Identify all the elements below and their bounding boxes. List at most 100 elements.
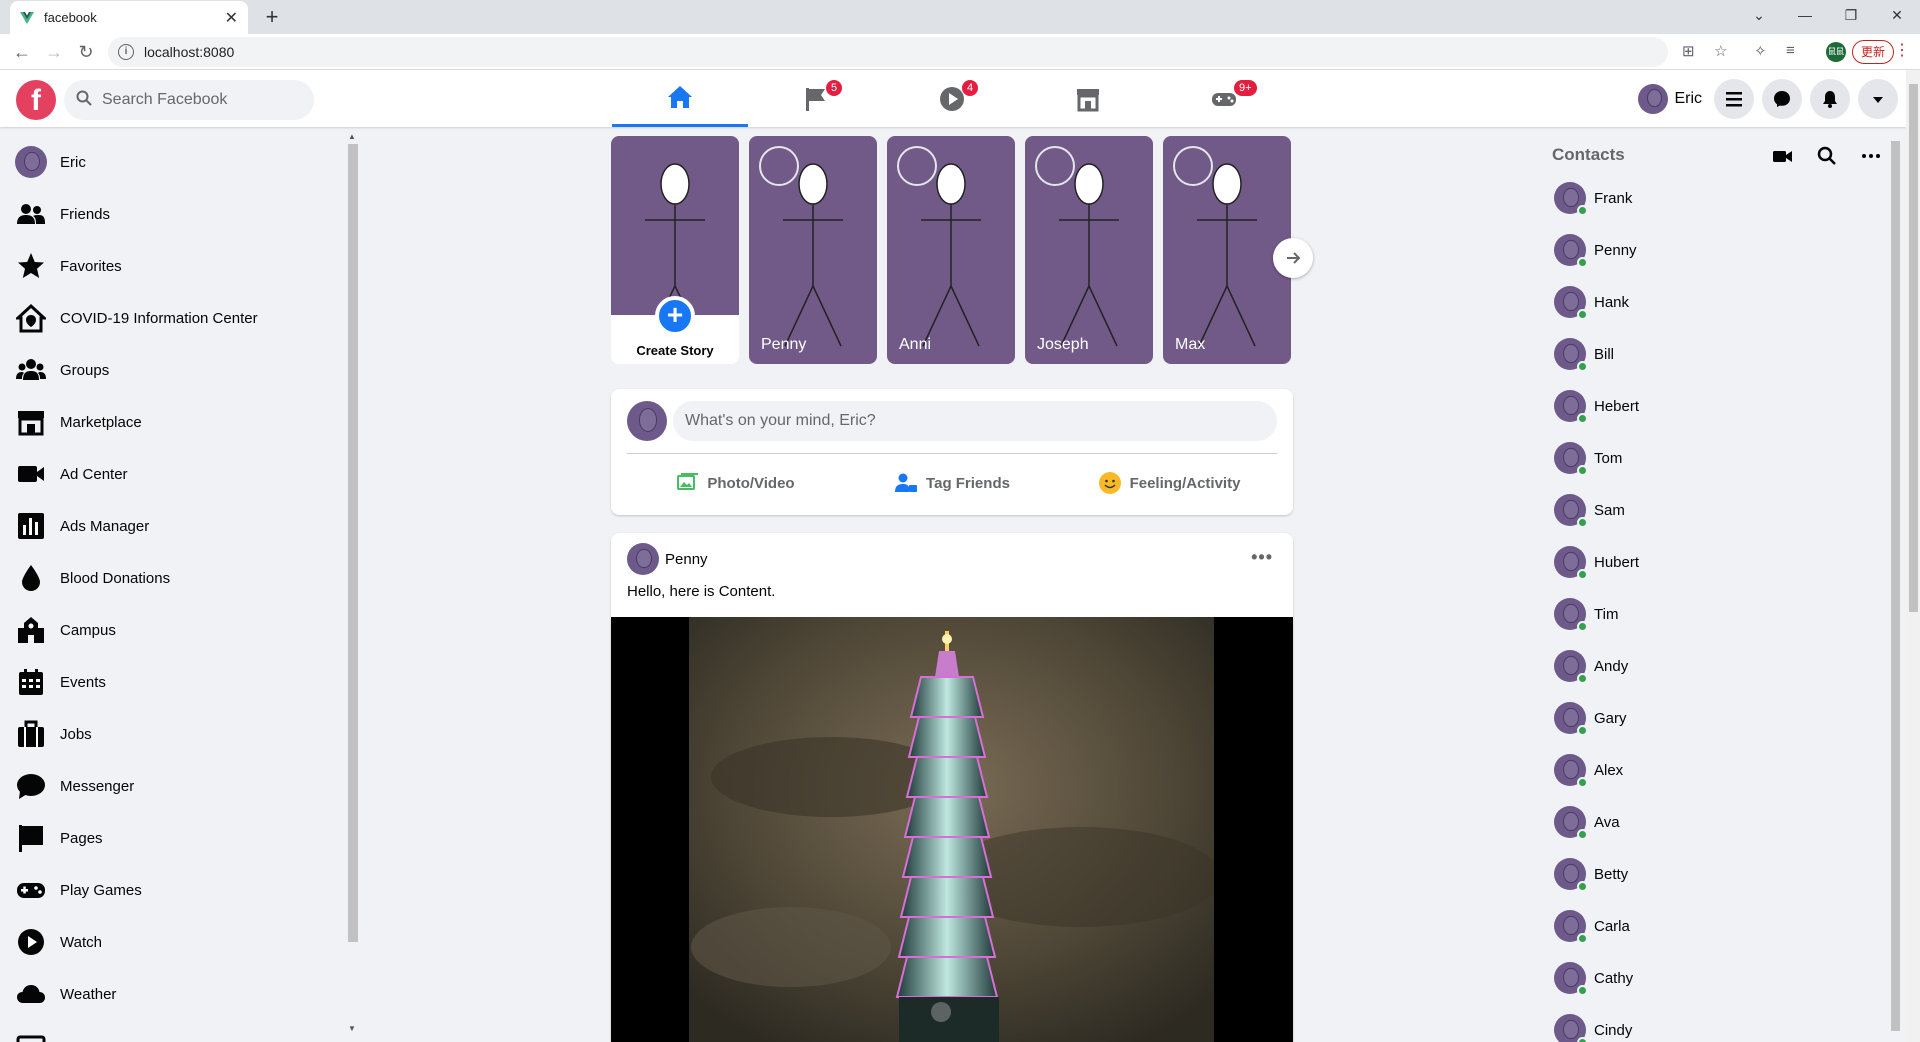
minimize-button[interactable]: — [1782,0,1828,30]
scroll-down-icon[interactable]: ▼ [348,1024,356,1033]
more-options-icon[interactable]: ••• [1251,547,1273,568]
address-bar[interactable]: i localhost:8080 [108,37,1668,67]
sidebar-item-marketplace[interactable]: Marketplace [14,399,142,445]
create-story-card[interactable]: + Create Story [611,136,739,364]
contact-name: Tom [1594,449,1623,467]
scrollbar-thumb[interactable] [1891,141,1900,1031]
nav-marketplace[interactable] [1020,70,1156,127]
tab-search-icon[interactable]: ⌄ [1736,0,1782,30]
post-author[interactable]: Penny [665,551,708,568]
browser-menu-icon[interactable]: ⋮ [1894,40,1910,60]
add-story-icon[interactable]: + [655,296,695,336]
story-card[interactable]: Penny [749,136,877,364]
nav-gaming[interactable]: 9+ [1156,70,1292,127]
nav-home[interactable] [612,70,748,127]
back-icon[interactable]: ← [10,40,34,64]
contact-item[interactable]: Carla [1554,903,1630,949]
facebook-logo-icon[interactable]: f [16,80,56,120]
photo-video-button[interactable]: Photo/Video [627,461,843,505]
story-card[interactable]: Anni [887,136,1015,364]
post-photo[interactable] [611,617,1293,1042]
site-info-icon[interactable]: i [118,44,134,60]
new-tab-button[interactable]: + [258,4,286,32]
menu-button[interactable] [1714,78,1754,119]
story-card[interactable]: Max [1163,136,1291,364]
sidebar-item-play-games[interactable]: Play Games [14,867,142,913]
contact-item[interactable]: Hebert [1554,383,1639,429]
video-call-icon[interactable] [1772,145,1794,167]
browser-toolbar: ← → ↻ i localhost:8080 ⊞ ☆ ✧ ≡ 鼠鼠 更新 ⋮ [0,34,1920,70]
sidebar-item-messenger[interactable]: Messenger [14,763,134,809]
contact-item[interactable]: Andy [1554,643,1628,689]
composer-input[interactable]: What's on your mind, Eric? [673,401,1277,441]
stories-next-button[interactable] [1273,238,1313,278]
maximize-button[interactable]: ❐ [1828,0,1874,30]
sidebar-item-more[interactable] [14,1023,60,1042]
photo-icon [677,473,699,490]
sidebar-item-friends[interactable]: Friends [14,191,110,237]
contact-item[interactable]: Alex [1554,747,1623,793]
sidebar-item-jobs[interactable]: Jobs [14,711,92,757]
sidebar-item-covid[interactable]: COVID-19 Information Center [14,295,258,341]
calendar-icon [19,669,43,695]
sidebar-scrollbar[interactable]: ▲ ▼ [346,132,358,1033]
scroll-up-icon[interactable]: ▲ [348,132,356,141]
nav-pages[interactable]: 5 [748,70,884,127]
sidebar-item-blood-donations[interactable]: Blood Donations [14,555,170,601]
messenger-button[interactable] [1762,78,1802,119]
contact-item[interactable]: Ava [1554,799,1620,845]
forward-icon[interactable]: → [42,40,66,64]
avatar [15,146,47,178]
reading-list-icon[interactable]: ≡ [1786,42,1795,59]
update-button[interactable]: 更新 [1851,40,1894,64]
search-box[interactable] [64,80,314,120]
bookmark-star-icon[interactable]: ☆ [1714,42,1727,60]
sidebar-item-profile[interactable]: Eric [14,139,86,185]
search-icon[interactable] [1816,145,1838,167]
scrollbar-thumb[interactable] [348,144,358,942]
contact-item[interactable]: Hubert [1554,539,1639,585]
sidebar-item-groups[interactable]: Groups [14,347,109,393]
contact-item[interactable]: Gary [1554,695,1627,741]
profile-link[interactable]: Eric [1638,83,1702,114]
tag-friends-button[interactable]: Tag Friends [844,461,1060,505]
contact-item[interactable]: Hank [1554,279,1629,325]
contact-item[interactable]: Penny [1554,227,1637,273]
close-window-button[interactable]: ✕ [1874,0,1920,30]
translate-icon[interactable]: ⊞ [1682,42,1695,60]
contacts-scrollbar[interactable] [1888,127,1902,1042]
contact-name: Bill [1594,345,1615,363]
account-button[interactable] [1858,78,1898,119]
nav-watch[interactable]: 4 [884,70,1020,127]
sidebar-item-weather[interactable]: Weather [14,971,116,1017]
sidebar-item-watch[interactable]: Watch [14,919,102,965]
sidebar-item-favorites[interactable]: Favorites [14,243,122,289]
close-tab-icon[interactable]: ✕ [225,8,238,28]
page-scrollbar[interactable] [1906,70,1920,1042]
sidebar-item-ad-center[interactable]: Ad Center [14,451,128,497]
profile-avatar[interactable]: 鼠鼠 [1826,42,1846,62]
contact-item[interactable]: Frank [1554,175,1632,221]
sidebar-item-ads-manager[interactable]: Ads Manager [14,503,149,549]
contact-item[interactable]: Tom [1554,435,1622,481]
more-options-icon[interactable] [1860,145,1882,167]
scrollbar-thumb[interactable] [1909,84,1918,612]
search-input[interactable] [102,91,292,109]
avatar[interactable] [627,543,659,575]
sidebar-item-pages[interactable]: Pages [14,815,103,861]
contact-item[interactable]: Cathy [1554,955,1633,1001]
sidebar-item-campus[interactable]: Campus [14,607,116,653]
contact-item[interactable]: Tim [1554,591,1618,637]
extensions-icon[interactable]: ✧ [1754,42,1767,60]
reload-icon[interactable]: ↻ [74,40,98,64]
contact-item[interactable]: Cindy [1554,1007,1632,1042]
star-icon [18,253,44,278]
contact-item[interactable]: Bill [1554,331,1614,377]
feeling-activity-button[interactable]: Feeling/Activity [1061,461,1277,505]
contact-item[interactable]: Betty [1554,851,1628,897]
contact-item[interactable]: Sam [1554,487,1625,533]
notifications-button[interactable] [1810,78,1850,119]
sidebar-item-events[interactable]: Events [14,659,106,705]
browser-tab[interactable]: facebook ✕ [10,1,248,34]
story-card[interactable]: Joseph [1025,136,1153,364]
